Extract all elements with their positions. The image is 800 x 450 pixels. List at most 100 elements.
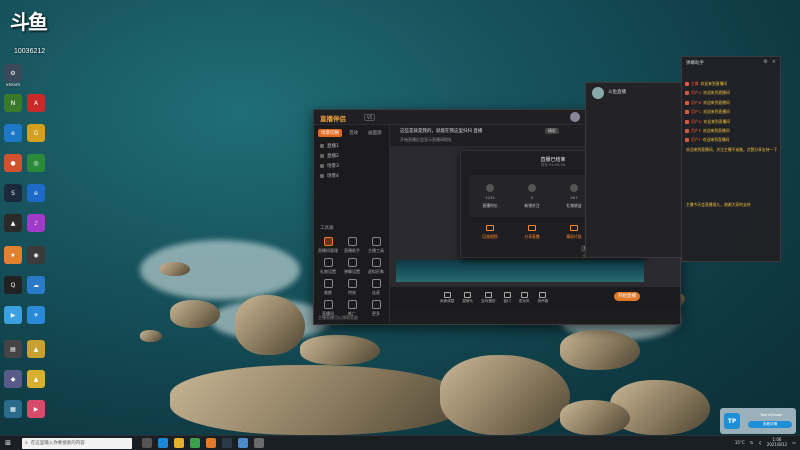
bottom-btn-game[interactable]: 游戏捕捉	[481, 292, 496, 304]
desktop-icon[interactable]: ▦	[4, 400, 22, 418]
desktop-icon[interactable]: ♪	[27, 214, 45, 232]
app-icon[interactable]	[238, 438, 248, 448]
adobe-icon[interactable]: A	[27, 94, 45, 112]
left-footer-text[interactable]: 主播直播可以领取奖励	[318, 315, 358, 321]
desktop-icon[interactable]: ●	[4, 154, 22, 172]
tool-anchor[interactable]: 主播工具	[364, 237, 388, 254]
settings-icon[interactable]: ⚙	[763, 59, 767, 65]
desktop-icon[interactable]: G	[27, 124, 45, 142]
clip-icon	[570, 225, 578, 231]
bottom-btn-speaker[interactable]: 扬声器	[538, 292, 548, 304]
taskbar-search[interactable]: ⌕ 在这里输入你要搜索的内容	[22, 437, 132, 449]
tool-effects[interactable]: 特效	[340, 279, 364, 296]
desktop-icon[interactable]: ★	[4, 246, 22, 264]
eye-icon[interactable]	[320, 174, 324, 178]
tool-icon	[371, 279, 381, 288]
room-title: 这些是就是我的，就能在我这里扫扫 直播	[400, 129, 483, 134]
eye-icon[interactable]	[320, 154, 324, 158]
tool-danmaku[interactable]: 弹幕设置	[340, 258, 364, 275]
streaming-app-icon[interactable]	[206, 438, 216, 448]
avatar[interactable]	[592, 87, 604, 99]
desktop-icon[interactable]: ✈	[27, 306, 45, 324]
notification-icon[interactable]: ▭	[792, 440, 796, 445]
chrome-icon[interactable]: ◎	[27, 154, 45, 172]
tool-gift[interactable]: 礼物设置	[316, 258, 340, 275]
action-replay[interactable]: 回放视频	[469, 225, 511, 247]
tool-avatar[interactable]: 虚拟形象	[364, 258, 388, 275]
stat-item: 1234 直播时长	[469, 175, 511, 217]
edge-icon[interactable]	[158, 438, 168, 448]
tool-mic-link[interactable]: 连麦	[364, 279, 388, 296]
popup-button[interactable]: 查看详情	[748, 421, 792, 428]
bottom-btn-window[interactable]: 窗口	[504, 292, 511, 304]
edge-icon[interactable]: e	[4, 124, 22, 142]
desktop-icon[interactable]: ◉	[27, 246, 45, 264]
desktop-icon[interactable]: ⚙	[4, 64, 22, 82]
network-icon[interactable]: ⇅	[750, 440, 753, 445]
scene-item[interactable]: 场景4	[314, 171, 389, 181]
tool-icon	[371, 258, 381, 267]
scene-item[interactable]: 直播1	[314, 141, 389, 151]
scene-item[interactable]: 场景3	[314, 161, 389, 171]
tab-sources[interactable]: 画面源	[365, 129, 385, 137]
folder-icon[interactable]	[174, 438, 184, 448]
share-icon	[528, 225, 536, 231]
tab-scenes[interactable]: 场景切换	[318, 129, 342, 137]
desktop-icon[interactable]: ▲	[27, 370, 45, 388]
action-share[interactable]: 分享直播	[511, 225, 553, 247]
desktop-icon[interactable]: ▤	[4, 340, 22, 358]
weather-text[interactable]: 15°C	[735, 440, 745, 445]
level-badge-icon	[685, 100, 689, 105]
desktop-icon[interactable]: ☁	[27, 276, 45, 294]
tool-icon	[371, 300, 381, 309]
scene-item[interactable]: 直播2	[314, 151, 389, 161]
tool-icon	[371, 237, 381, 246]
nvidia-icon[interactable]: N	[4, 94, 22, 112]
task-view-icon[interactable]	[142, 438, 152, 448]
close-icon[interactable]: ×	[772, 59, 776, 65]
eye-icon[interactable]	[320, 164, 324, 168]
room-tag[interactable]: 精彩	[545, 128, 559, 134]
desktop-icon[interactable]: ▶	[4, 306, 22, 324]
taskbar-apps	[142, 438, 264, 448]
chrome-icon[interactable]	[190, 438, 200, 448]
avatar[interactable]	[570, 112, 580, 122]
room-subtitle: 开始直播后会显示直播间地址	[400, 137, 452, 142]
tool-beauty[interactable]: 美颜	[316, 279, 340, 296]
list-item: 用户E 欢迎来到直播间	[685, 128, 777, 134]
search-input[interactable]: 在这里输入你要搜索的内容	[31, 440, 85, 446]
heart-icon	[528, 183, 536, 192]
list-item: 用户F 欢迎来到直播间	[685, 137, 777, 143]
bottom-btn-picture[interactable]: 画面调整	[440, 292, 454, 304]
start-live-button[interactable]: 开始直播	[614, 292, 640, 301]
tool-icon	[323, 300, 333, 309]
danmaku-window: 弹幕助手 ⚙ × 主播 欢迎来到直播间 用户A 欢迎来到直播间 用户B 欢迎来到直播间…	[681, 56, 781, 262]
clock[interactable]: 1:06 2021/8/12	[767, 437, 788, 447]
steam-icon[interactable]: S	[4, 184, 22, 202]
ie-icon[interactable]: e	[27, 184, 45, 202]
tool-more[interactable]: 更多	[364, 300, 388, 317]
tool-icon	[323, 258, 333, 267]
level-badge-icon	[685, 82, 689, 86]
app-version-badge: V5	[364, 114, 376, 121]
desktop-icon[interactable]: ▲	[27, 340, 45, 358]
steam-icon[interactable]	[222, 438, 232, 448]
volume-icon[interactable]: ♫	[758, 440, 762, 445]
qq-icon[interactable]: Q	[4, 276, 22, 294]
desktop-icon-label: Steam	[5, 83, 21, 88]
desktop-icon[interactable]: ▶	[27, 400, 45, 418]
bottom-btn-camera[interactable]: 摄像头	[462, 292, 473, 304]
desktop-icon[interactable]: ▲	[4, 214, 22, 232]
app-icon[interactable]	[254, 438, 264, 448]
eye-icon[interactable]	[320, 144, 324, 148]
windows-start-icon[interactable]: ⊞	[0, 436, 16, 450]
toolbox-title: 工具箱	[320, 226, 334, 231]
tab-audio[interactable]: 音效	[346, 129, 361, 137]
desktop-icon[interactable]: ◆	[4, 370, 22, 388]
tool-assistant[interactable]: 直播助手	[340, 237, 364, 254]
tool-room-manage[interactable]: 直播间管理	[316, 237, 340, 254]
bottom-btn-mic[interactable]: 麦克风	[519, 292, 530, 304]
teamviewer-popup: TP TeamViewer 查看详情	[720, 408, 796, 434]
level-badge-icon	[685, 128, 689, 133]
tool-icon	[347, 258, 357, 267]
